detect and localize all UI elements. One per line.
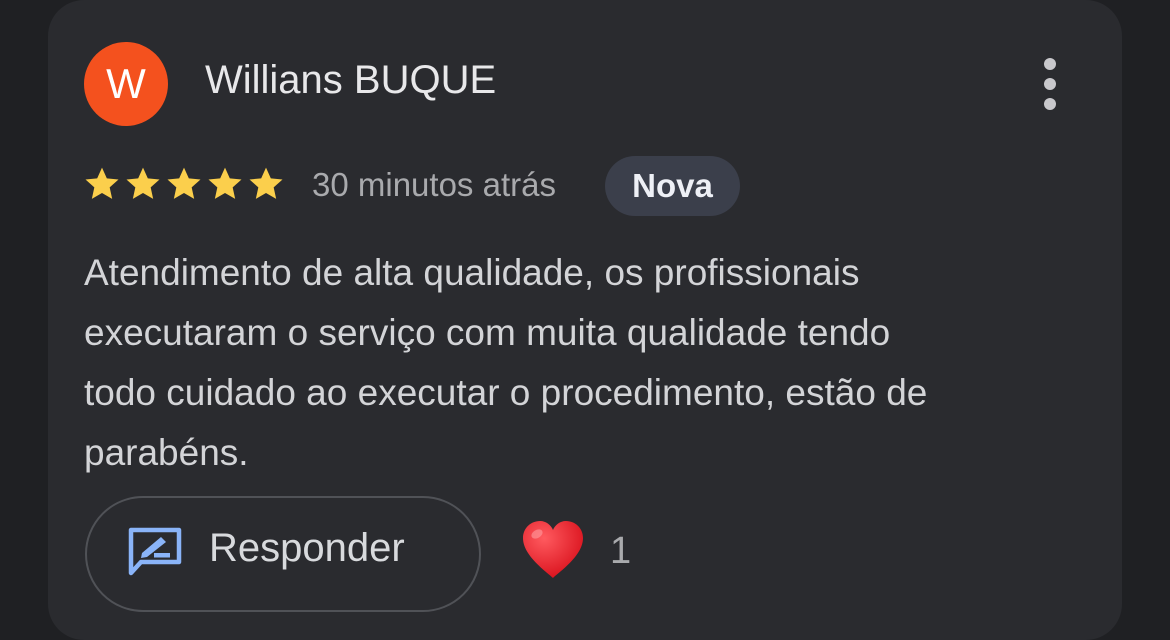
reviewer-name[interactable]: Willians BUQUE xyxy=(205,58,496,103)
star-icon xyxy=(167,167,201,199)
star-icon xyxy=(126,167,160,199)
review-timestamp: 30 minutos atrás xyxy=(312,166,556,203)
status-badge: Nova xyxy=(605,156,740,216)
avatar-letter: W xyxy=(106,60,146,107)
review-text-line: Atendimento de alta qualidade, os profis… xyxy=(84,252,860,293)
avatar[interactable]: W xyxy=(84,42,168,126)
rate-review-icon xyxy=(128,527,182,576)
more-vert-icon[interactable] xyxy=(1036,56,1064,112)
star-icon xyxy=(249,167,283,199)
star-rating xyxy=(82,164,286,208)
heart-icon[interactable] xyxy=(521,520,585,580)
review-text-line: parabéns. xyxy=(84,432,249,473)
review-text-line: executaram o serviço com muita qualidade… xyxy=(84,312,891,353)
review-text-line: todo cuidado ao executar o procedimento,… xyxy=(84,372,928,413)
reaction-count: 1 xyxy=(610,530,632,572)
reply-button[interactable]: Responder xyxy=(85,496,481,612)
star-icon xyxy=(85,167,119,199)
status-badge-label: Nova xyxy=(632,167,713,204)
review-text: Atendimento de alta qualidade, os profis… xyxy=(84,243,1094,483)
star-icon xyxy=(208,167,242,199)
reply-button-label: Responder xyxy=(209,526,405,570)
